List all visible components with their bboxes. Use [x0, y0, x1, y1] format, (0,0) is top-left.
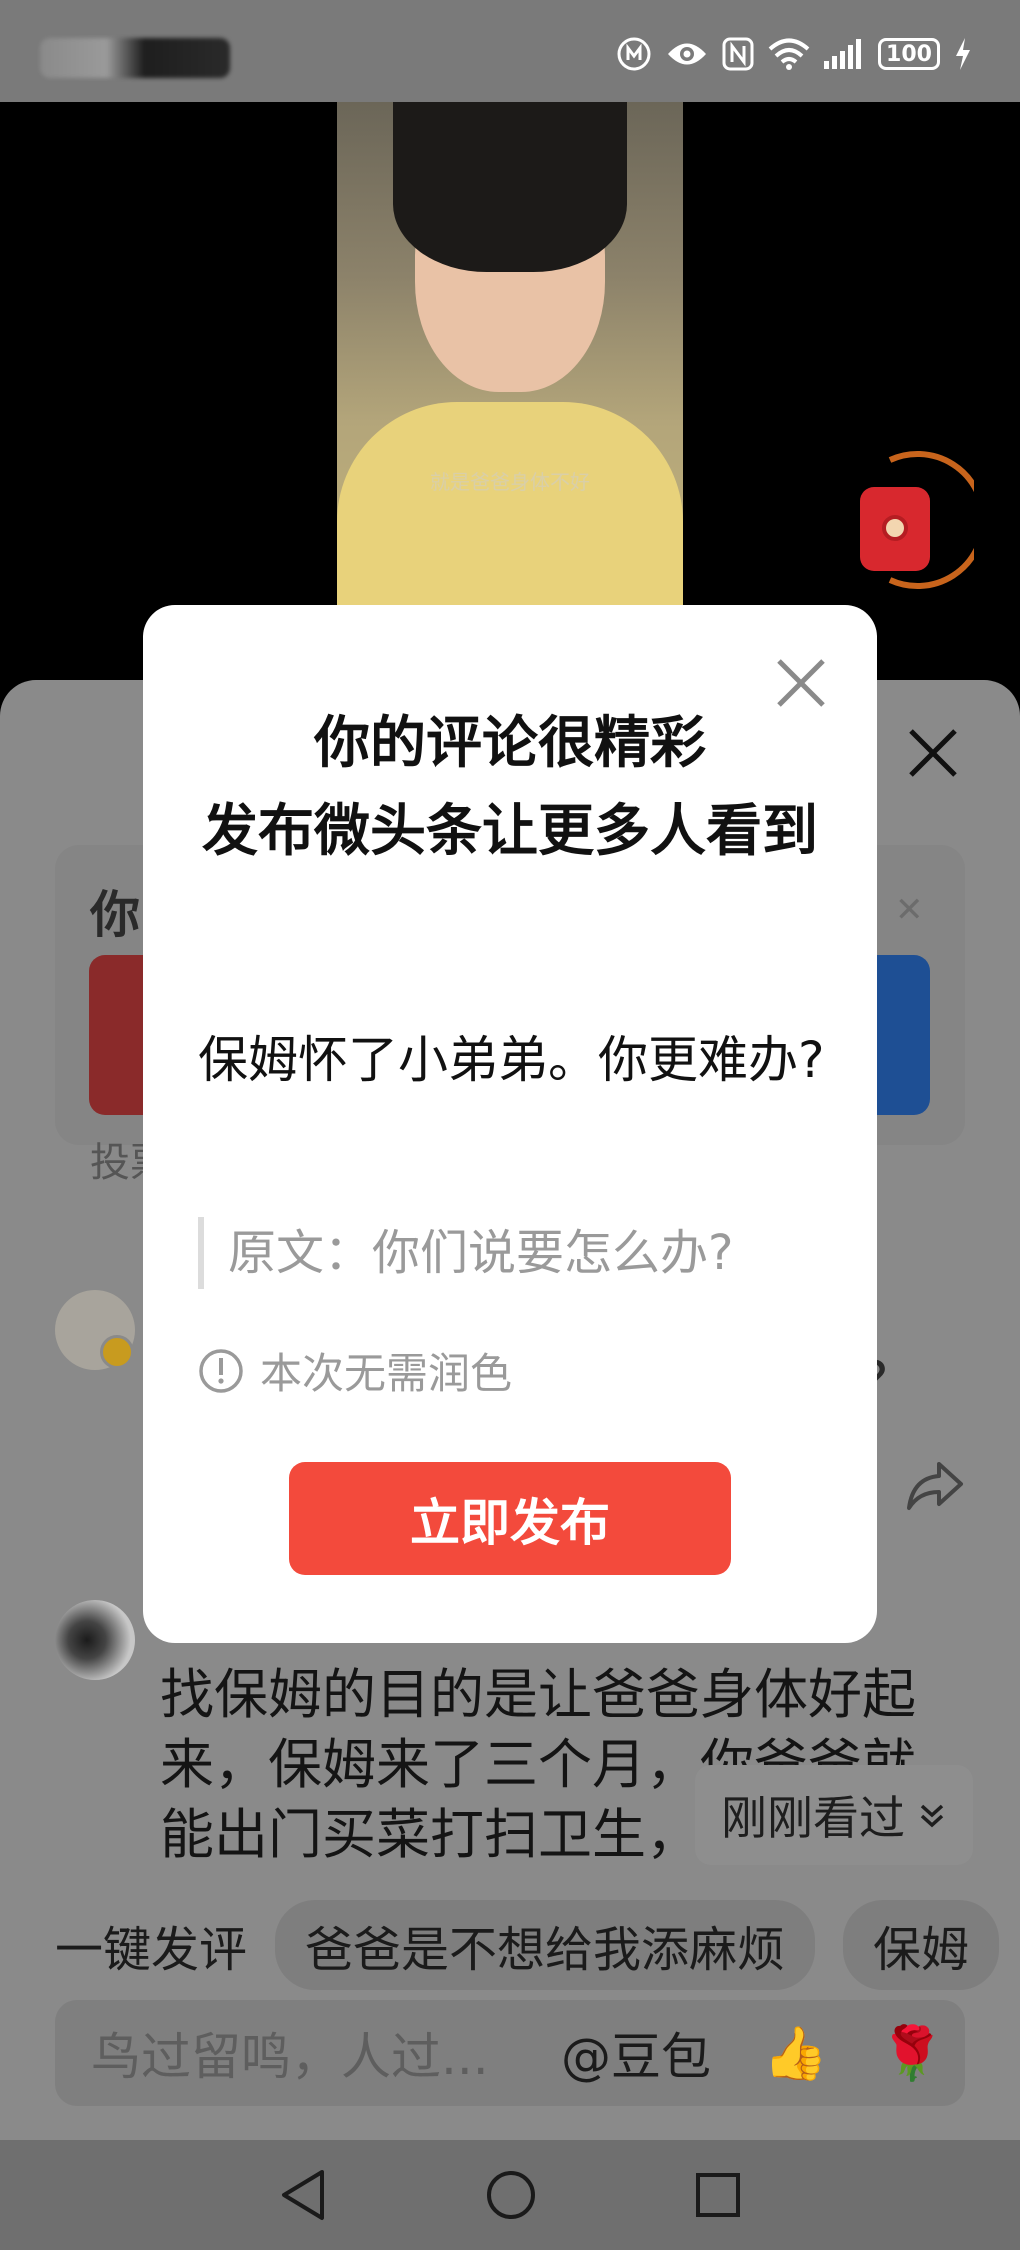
- thumbs-up-icon[interactable]: 👍: [763, 2023, 828, 2084]
- quick-comment-chip[interactable]: 爸爸是不想给我添麻烦: [275, 1900, 816, 1990]
- avatar[interactable]: [55, 1290, 135, 1370]
- recently-viewed-button[interactable]: 刚刚看过: [695, 1765, 973, 1865]
- mention-doubao-button[interactable]: @豆包: [561, 2017, 711, 2089]
- quick-comment-row: 一键发评 爸爸是不想给我添麻烦 保姆: [0, 1900, 1020, 1990]
- dialog-title: 你的评论很精彩 发布微头条让更多人看到: [183, 700, 837, 876]
- info-icon: [199, 1348, 243, 1393]
- charging-icon: [956, 38, 970, 70]
- close-icon[interactable]: [905, 725, 961, 781]
- carrier-name-blurred: [40, 38, 230, 78]
- video-subtitle: 就是爸爸身体不好: [430, 470, 590, 494]
- nfc-badge-icon: [617, 37, 651, 71]
- dialog-notice: 本次无需润色: [198, 1340, 512, 1401]
- battery-indicator: 100: [878, 38, 940, 70]
- dialog-title-line2: 发布微头条让更多人看到: [202, 799, 818, 864]
- nfc-icon: [722, 37, 754, 71]
- poll-close-icon[interactable]: ✕: [895, 890, 924, 930]
- double-chevron-down-icon: [920, 1804, 944, 1828]
- dialog-original-quote: 原文：你们说要怎么办?: [198, 1217, 828, 1289]
- home-icon[interactable]: [484, 2168, 538, 2222]
- status-bar: 100: [0, 0, 1020, 102]
- status-icons: 100: [616, 36, 972, 72]
- comment-input[interactable]: 鸟过留鸣，人过...: [91, 2017, 551, 2089]
- back-icon[interactable]: [278, 2168, 328, 2222]
- poll-title: 你: [90, 886, 140, 944]
- level-badge-icon: [100, 1335, 134, 1369]
- dialog-comment-text: 保姆怀了小弟弟。你更难办?: [198, 1031, 825, 1089]
- quick-comment-chip[interactable]: 保姆: [843, 1900, 1000, 1990]
- video-player[interactable]: 就是爸爸身体不好: [0, 102, 1020, 682]
- rose-icon[interactable]: 🌹: [880, 2023, 945, 2084]
- avatar[interactable]: [55, 1600, 135, 1680]
- system-nav-bar: [0, 2140, 1020, 2250]
- video-person-hair: [393, 102, 627, 272]
- signal-icon: [824, 39, 861, 69]
- quick-comment-label: 一键发评: [55, 1922, 248, 1978]
- recently-viewed-label: 刚刚看过: [721, 1791, 905, 1845]
- share-icon[interactable]: [905, 1460, 965, 1512]
- eye-icon: [668, 43, 706, 65]
- dialog-title-line1: 你的评论很精彩: [314, 711, 706, 776]
- video-frame: 就是爸爸身体不好: [337, 102, 683, 682]
- red-envelope-icon[interactable]: [860, 487, 930, 571]
- publish-dialog: 你的评论很精彩 发布微头条让更多人看到 保姆怀了小弟弟。你更难办? 原文：你们说…: [143, 605, 877, 1643]
- recents-icon[interactable]: [694, 2171, 742, 2219]
- publish-now-button[interactable]: 立即发布: [289, 1462, 731, 1575]
- dialog-notice-text: 本次无需润色: [260, 1349, 513, 1398]
- wifi-icon: [768, 38, 810, 70]
- comment-input-bar[interactable]: 鸟过留鸣，人过... @豆包 👍 🌹: [55, 2000, 965, 2106]
